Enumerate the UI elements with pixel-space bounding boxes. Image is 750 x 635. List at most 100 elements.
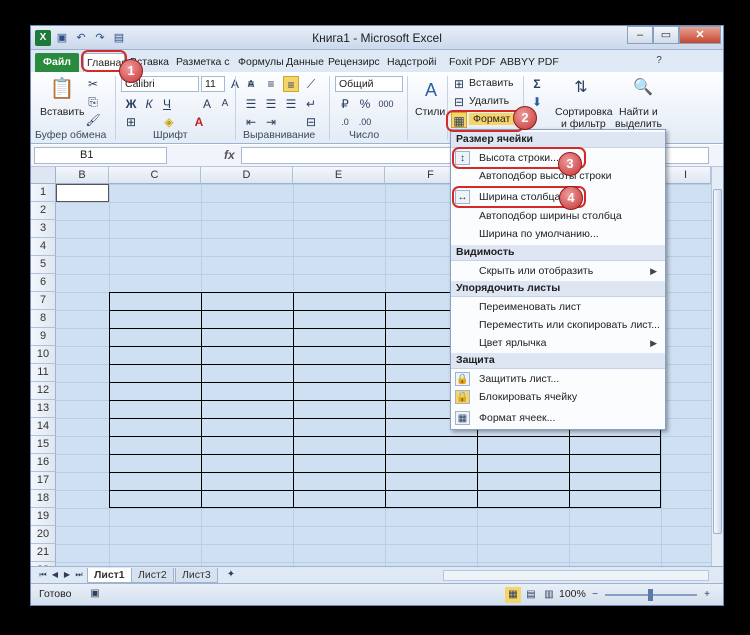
zoom-out-icon[interactable]: − [587, 587, 603, 603]
fill-color-icon[interactable]: ◈ [161, 114, 177, 130]
increase-decimal-icon[interactable]: .0 [337, 114, 353, 130]
delete-cells-icon[interactable]: ⊟ [451, 94, 467, 110]
shrink-font-icon[interactable]: A [217, 96, 233, 112]
tab-abbyy-pdf[interactable]: ABBYY PDF [497, 53, 562, 72]
align-right-icon[interactable]: ☰ [283, 96, 299, 112]
autofit-column-item[interactable]: Автоподбор ширины столбца [451, 207, 665, 225]
default-width-item[interactable]: Ширина по умолчанию... [451, 225, 665, 243]
column-header[interactable]: C [109, 167, 201, 184]
macro-record-icon[interactable]: ▣ [87, 586, 103, 602]
tab-formulas[interactable]: Формулы [235, 53, 287, 72]
autofit-row-item[interactable]: Автоподбор высоты строки [451, 167, 665, 185]
underline-button[interactable]: Ч [159, 96, 175, 112]
select-all-corner[interactable] [31, 167, 56, 184]
insert-cells-icon[interactable]: ⊞ [451, 76, 467, 92]
row-header[interactable]: 3 [31, 220, 56, 238]
column-header[interactable]: E [293, 167, 385, 184]
currency-icon[interactable]: ₽ [337, 96, 353, 112]
row-header[interactable]: 21 [31, 544, 56, 562]
row-header[interactable]: 14 [31, 418, 56, 436]
column-header[interactable]: D [201, 167, 293, 184]
bold-button[interactable]: Ж [123, 96, 139, 112]
thousands-button[interactable]: 000 [375, 96, 397, 112]
restore-button[interactable]: ▭ [653, 26, 679, 44]
fx-icon[interactable]: fx [224, 148, 235, 162]
help-icon[interactable]: ? [651, 53, 667, 69]
horizontal-scrollbar[interactable] [443, 570, 709, 581]
row-header[interactable]: 8 [31, 310, 56, 328]
page-break-view-icon[interactable]: ▥ [541, 587, 557, 603]
name-box[interactable]: B1 [34, 147, 167, 164]
delete-cells-button[interactable]: Удалить [469, 95, 509, 107]
tab-review[interactable]: Рецензирс [325, 53, 383, 72]
zoom-in-icon[interactable]: + [699, 587, 715, 603]
sheet-tab-3[interactable]: Лист3 [175, 568, 218, 583]
row-header[interactable]: 9 [31, 328, 56, 346]
tab-data[interactable]: Данные [283, 53, 327, 72]
close-button[interactable]: ✕ [679, 26, 721, 44]
format-cells-item[interactable]: ▦ Формат ячеек... [451, 409, 665, 427]
font-size-combo[interactable]: 11 [201, 76, 225, 92]
borders-icon[interactable]: ⊞ [123, 114, 139, 130]
autosum-button[interactable]: Σ [529, 76, 545, 92]
paste-button[interactable]: Вставить [40, 106, 85, 118]
align-top-icon[interactable]: ≡ [243, 76, 259, 92]
sort-filter-button[interactable]: Сортировка [555, 106, 613, 118]
styles-button[interactable]: Стили [415, 106, 445, 118]
active-cell[interactable] [56, 184, 109, 202]
zoom-slider-thumb[interactable] [648, 589, 653, 601]
row-header[interactable]: 16 [31, 454, 56, 472]
sheet-tab-2[interactable]: Лист2 [131, 568, 174, 583]
number-format-combo[interactable]: Общий [335, 76, 403, 92]
copy-icon[interactable]: ⎘ [85, 94, 101, 110]
orientation-icon[interactable]: ⟋ [303, 76, 319, 92]
tab-page-layout[interactable]: Разметка с [173, 53, 233, 72]
align-middle-icon[interactable]: ≡ [263, 76, 279, 92]
tab-color-item[interactable]: Цвет ярлычка ▶ [451, 334, 665, 352]
insert-cells-button[interactable]: Вставить [469, 77, 514, 89]
vertical-scroll-thumb[interactable] [713, 189, 722, 534]
font-color-icon[interactable]: A [191, 114, 207, 130]
zoom-level[interactable]: 100% [559, 588, 586, 600]
row-header[interactable]: 19 [31, 508, 56, 526]
new-sheet-icon[interactable]: ✦ [223, 567, 239, 583]
merge-cells-icon[interactable]: ⊟ [303, 114, 319, 130]
row-header[interactable]: 4 [31, 238, 56, 256]
sheet-tab-1[interactable]: Лист1 [87, 568, 132, 583]
styles-icon[interactable]: A [419, 78, 443, 102]
row-header[interactable]: 2 [31, 202, 56, 220]
normal-view-icon[interactable]: ▦ [505, 587, 521, 603]
row-header[interactable]: 7 [31, 292, 56, 310]
minimize-button[interactable]: – [627, 26, 653, 44]
align-left-icon[interactable]: ☰ [243, 96, 259, 112]
row-header[interactable]: 5 [31, 256, 56, 274]
format-painter-icon[interactable]: 🖌 [85, 112, 101, 128]
hide-show-item[interactable]: Скрыть или отобразить ▶ [451, 262, 665, 280]
sort-filter-icon[interactable]: ⇅ [569, 76, 593, 100]
tab-foxit-pdf[interactable]: Foxit PDF [446, 53, 499, 72]
column-header[interactable]: I [661, 167, 711, 184]
italic-button[interactable]: К [141, 96, 157, 112]
vertical-scrollbar[interactable] [711, 167, 723, 575]
row-header[interactable]: 20 [31, 526, 56, 544]
find-select-icon[interactable]: 🔍 [631, 76, 655, 100]
protect-sheet-item[interactable]: 🔒 Защитить лист... [451, 370, 665, 388]
percent-button[interactable]: % [357, 96, 373, 112]
align-bottom-icon[interactable]: ≡ [283, 76, 299, 92]
tab-addins[interactable]: Надстройі [384, 53, 440, 72]
row-header[interactable]: 13 [31, 400, 56, 418]
row-header[interactable]: 18 [31, 490, 56, 508]
row-header[interactable]: 17 [31, 472, 56, 490]
rename-sheet-item[interactable]: Переименовать лист [451, 298, 665, 316]
find-select-button[interactable]: Найти и [619, 106, 658, 118]
wrap-text-icon[interactable]: ↵ [303, 96, 319, 112]
lock-cell-item[interactable]: 🔒 Блокировать ячейку [451, 388, 665, 406]
page-layout-view-icon[interactable]: ▤ [523, 587, 539, 603]
row-header[interactable]: 11 [31, 364, 56, 382]
column-header[interactable]: B [56, 167, 109, 184]
align-center-icon[interactable]: ☰ [263, 96, 279, 112]
move-copy-sheet-item[interactable]: Переместить или скопировать лист... [451, 316, 665, 334]
grow-font-icon[interactable]: A [199, 96, 215, 112]
decrease-indent-icon[interactable]: ⇤ [243, 114, 259, 130]
decrease-decimal-icon[interactable]: .00 [357, 114, 373, 130]
